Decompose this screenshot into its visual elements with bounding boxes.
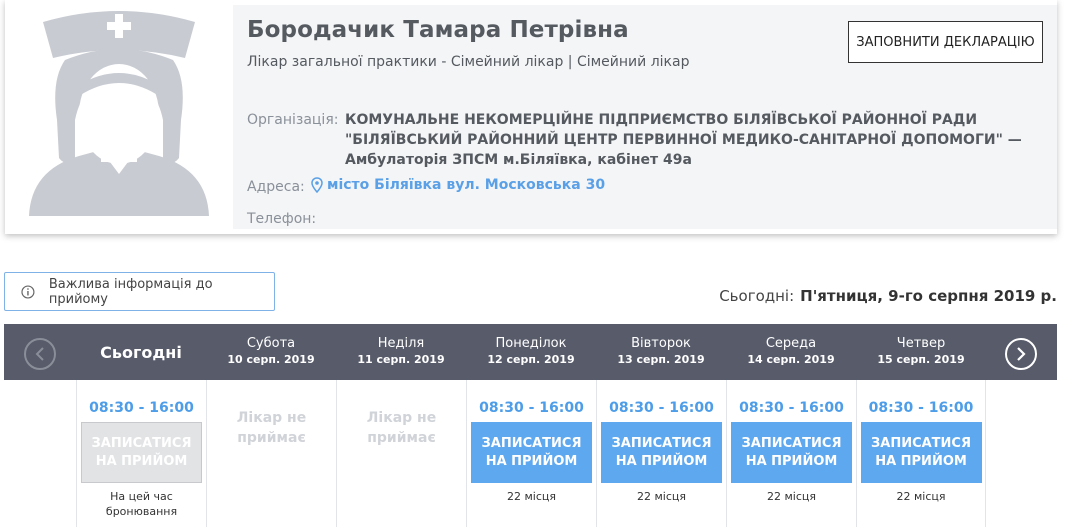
day-column-today: 08:30 - 16:00 ЗАПИСАТИСЯ НА ПРИЙОМ На це… <box>76 380 206 527</box>
book-appointment-button-disabled: ЗАПИСАТИСЯ НА ПРИЙОМ <box>81 422 202 483</box>
fill-declaration-button[interactable]: ЗАПОВНИТИ ДЕКЛАРАЦІЮ <box>848 21 1043 63</box>
doctor-info-panel: Бородачик Тамара Петрівна Лікар загально… <box>233 5 1057 229</box>
important-info-label: Важлива інформація до прийому <box>48 276 213 307</box>
day-column-monday: 08:30 - 16:00 ЗАПИСАТИСЯ НА ПРИЙОМ 22 мі… <box>466 380 596 527</box>
day-header-sunday: Неділя 11 серп. 2019 <box>336 324 466 380</box>
day-name: Понеділок <box>495 336 567 351</box>
day-column-thursday: 08:30 - 16:00 ЗАПИСАТИСЯ НА ПРИЙОМ 22 мі… <box>856 380 986 527</box>
doctor-specialty: Лікар загальної практики - Сімейний ліка… <box>247 54 690 70</box>
slot-time: 08:30 - 16:00 <box>868 400 974 416</box>
organization-value: КОМУНАЛЬНЕ НЕКОМЕРЦІЙНЕ ПІДПРИЄМСТВО БІЛ… <box>345 112 1022 168</box>
slot-time: 08:30 - 16:00 <box>609 400 714 416</box>
day-date: 14 серп. 2019 <box>747 353 835 366</box>
today-date: Сьогодні: П'ятниця, 9-го серпня 2019 р. <box>719 287 1057 305</box>
doctor-not-available: Лікар не приймає <box>366 410 437 446</box>
day-column-saturday: Лікар не приймає <box>206 380 336 527</box>
next-week-button[interactable] <box>1005 338 1037 370</box>
places-count: 22 місця <box>636 490 686 503</box>
chevron-right-icon <box>1017 347 1026 361</box>
day-header-saturday: Субота 10 серп. 2019 <box>206 324 336 380</box>
day-header-thursday: Четвер 15 серп. 2019 <box>856 324 986 380</box>
calendar-header: Сьогодні Субота 10 серп. 2019 Неділя 11 … <box>4 324 1057 380</box>
day-column-sunday: Лікар не приймає <box>336 380 466 527</box>
today-header-label: Сьогодні <box>100 342 182 362</box>
doctor-name: Бородачик Тамара Петрівна <box>247 17 629 43</box>
chevron-left-icon <box>35 347 44 361</box>
day-date: 15 серп. 2019 <box>877 353 965 366</box>
day-header-wednesday: Середа 14 серп. 2019 <box>726 324 856 380</box>
day-date: 13 серп. 2019 <box>617 353 705 366</box>
day-date: 12 серп. 2019 <box>487 353 575 366</box>
slot-time: 08:30 - 16:00 <box>89 400 194 416</box>
calendar-body: 08:30 - 16:00 ЗАПИСАТИСЯ НА ПРИЙОМ На це… <box>4 380 1057 527</box>
day-name: Середа <box>765 336 817 351</box>
day-name: Вівторок <box>631 336 691 351</box>
avatar <box>5 0 233 234</box>
today-label: Сьогодні: <box>719 287 795 305</box>
day-column-wednesday: 08:30 - 16:00 ЗАПИСАТИСЯ НА ПРИЙОМ 22 мі… <box>726 380 856 527</box>
doctor-card: Бородачик Тамара Петрівна Лікар загально… <box>5 0 1057 234</box>
slot-time: 08:30 - 16:00 <box>479 400 584 416</box>
nurse-avatar-icon <box>29 11 209 216</box>
address-value: місто Біляївка вул. Московська 30 <box>327 177 606 193</box>
phone-label: Телефон: <box>247 211 317 227</box>
address-label: Адреса: <box>247 179 305 195</box>
map-pin-icon <box>311 177 323 193</box>
book-appointment-button[interactable]: ЗАПИСАТИСЯ НА ПРИЙОМ <box>860 422 982 483</box>
day-header-today: Сьогодні <box>76 324 206 380</box>
booking-note: На цей час бронювання <box>105 490 178 518</box>
doctor-not-available: Лікар не приймає <box>236 410 307 446</box>
prev-week-button[interactable] <box>24 338 56 370</box>
address-link[interactable]: місто Біляївка вул. Московська 30 <box>311 177 605 193</box>
important-info-button[interactable]: Важлива інформація до прийому <box>4 272 275 311</box>
places-count: 22 місця <box>896 490 946 503</box>
slot-time: 08:30 - 16:00 <box>739 400 844 416</box>
book-appointment-button[interactable]: ЗАПИСАТИСЯ НА ПРИЙОМ <box>731 422 852 483</box>
today-date-value: П'ятниця, 9-го серпня 2019 р. <box>800 287 1057 305</box>
day-name: Неділя <box>377 336 425 351</box>
day-header-tuesday: Вівторок 13 серп. 2019 <box>596 324 726 380</box>
organization-label: Організація: <box>247 112 339 128</box>
book-appointment-button[interactable]: ЗАПИСАТИСЯ НА ПРИЙОМ <box>471 422 592 483</box>
book-appointment-button[interactable]: ЗАПИСАТИСЯ НА ПРИЙОМ <box>601 422 722 483</box>
day-date: 11 серп. 2019 <box>357 353 445 366</box>
day-name: Четвер <box>896 336 946 351</box>
day-date: 10 серп. 2019 <box>227 353 315 366</box>
day-header-monday: Понеділок 12 серп. 2019 <box>466 324 596 380</box>
info-icon <box>21 284 35 299</box>
places-count: 22 місця <box>766 490 816 503</box>
day-name: Субота <box>246 336 296 351</box>
places-count: 22 місця <box>506 490 556 503</box>
day-column-tuesday: 08:30 - 16:00 ЗАПИСАТИСЯ НА ПРИЙОМ 22 мі… <box>596 380 726 527</box>
